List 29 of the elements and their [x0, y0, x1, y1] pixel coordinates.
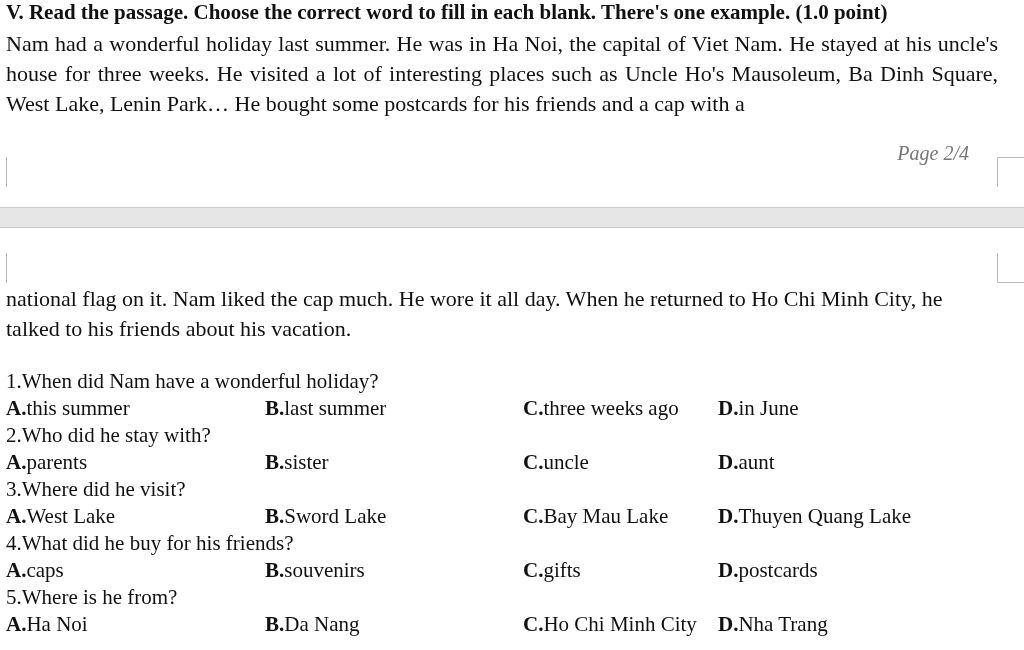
answer-option: A.this summer [6, 395, 265, 422]
answer-option: D.in June [718, 395, 1018, 422]
answer-option: D.Nha Trang [718, 611, 1018, 638]
question-text: 2.Who did he stay with? [6, 422, 212, 449]
question-text: 5.Where is he from? [6, 584, 179, 611]
answer-option: D.Thuyen Quang Lake [718, 503, 1018, 530]
question-text: 4.What did he buy for his friends? [6, 530, 295, 557]
answer-option: B.souvenirs [265, 557, 523, 584]
answer-option: A.West Lake [6, 503, 265, 530]
answer-option: D.aunt [718, 449, 1018, 476]
question-text: 3.Where did he visit? [6, 476, 187, 503]
answer-option: A.caps [6, 557, 265, 584]
answer-option: C.three weeks ago [523, 395, 718, 422]
answer-option: D.postcards [718, 557, 1018, 584]
page-number: Page 2/4 [897, 142, 969, 165]
answer-option: C.gifts [523, 557, 718, 584]
answer-option: A.parents [6, 449, 265, 476]
question-text: 1.When did Nam have a wonderful holiday? [6, 368, 380, 395]
answer-option: C.Ho Chi Minh City [523, 611, 718, 638]
passage-paragraph: Nam had a wonderful holiday last summer. He was in Ha Noi, the capital of Viet Nam. He stayed at his uncle's house for three weeks. He visited a lot of interesting places such as Uncle Ho's Mausoleum, Ba Dinh Square, West Lake, Lenin Park… He bought some postcards for his friends and a cap with a [6, 30, 998, 118]
answer-option: B.Da Nang [265, 611, 523, 638]
answer-option: B.Sword Lake [265, 503, 523, 530]
passage-paragraph: national flag on it. Nam liked the cap much. He wore it all day. When he returned to Ho Chi Minh City, he talked to his friends about his vacation. [6, 285, 944, 343]
answer-option: B.last summer [265, 395, 523, 422]
answer-option: C.Bay Mau Lake [523, 503, 718, 530]
section-heading: V. Read the passage. Choose the correct word to fill in each blank. There's one example. (1.0 point) [5, 0, 888, 24]
answer-option: B.sister [265, 449, 523, 476]
answer-option: C.uncle [523, 449, 718, 476]
answer-option: A.Ha Noi [6, 611, 265, 638]
